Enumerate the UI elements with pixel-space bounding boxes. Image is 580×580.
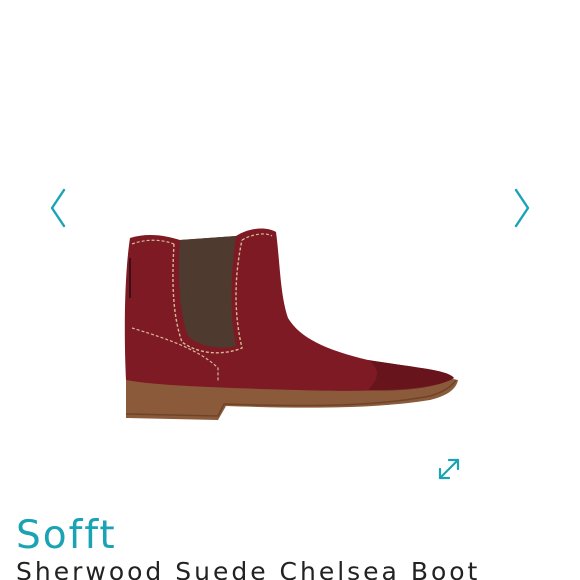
gallery-next-button[interactable]: [510, 186, 534, 230]
chevron-left-icon: [50, 188, 66, 228]
product-image[interactable]: [118, 218, 468, 428]
boot-elastic: [178, 236, 236, 348]
expand-icon: [438, 458, 460, 480]
product-page: Sofft Sherwood Suede Chelsea Boot: [0, 0, 580, 580]
chevron-right-icon: [514, 188, 530, 228]
expand-image-button[interactable]: [435, 455, 463, 483]
product-title: Sherwood Suede Chelsea Boot: [16, 557, 481, 580]
brand-name[interactable]: Sofft: [16, 512, 117, 560]
gallery-prev-button[interactable]: [46, 186, 70, 230]
boot-image: [124, 228, 458, 420]
